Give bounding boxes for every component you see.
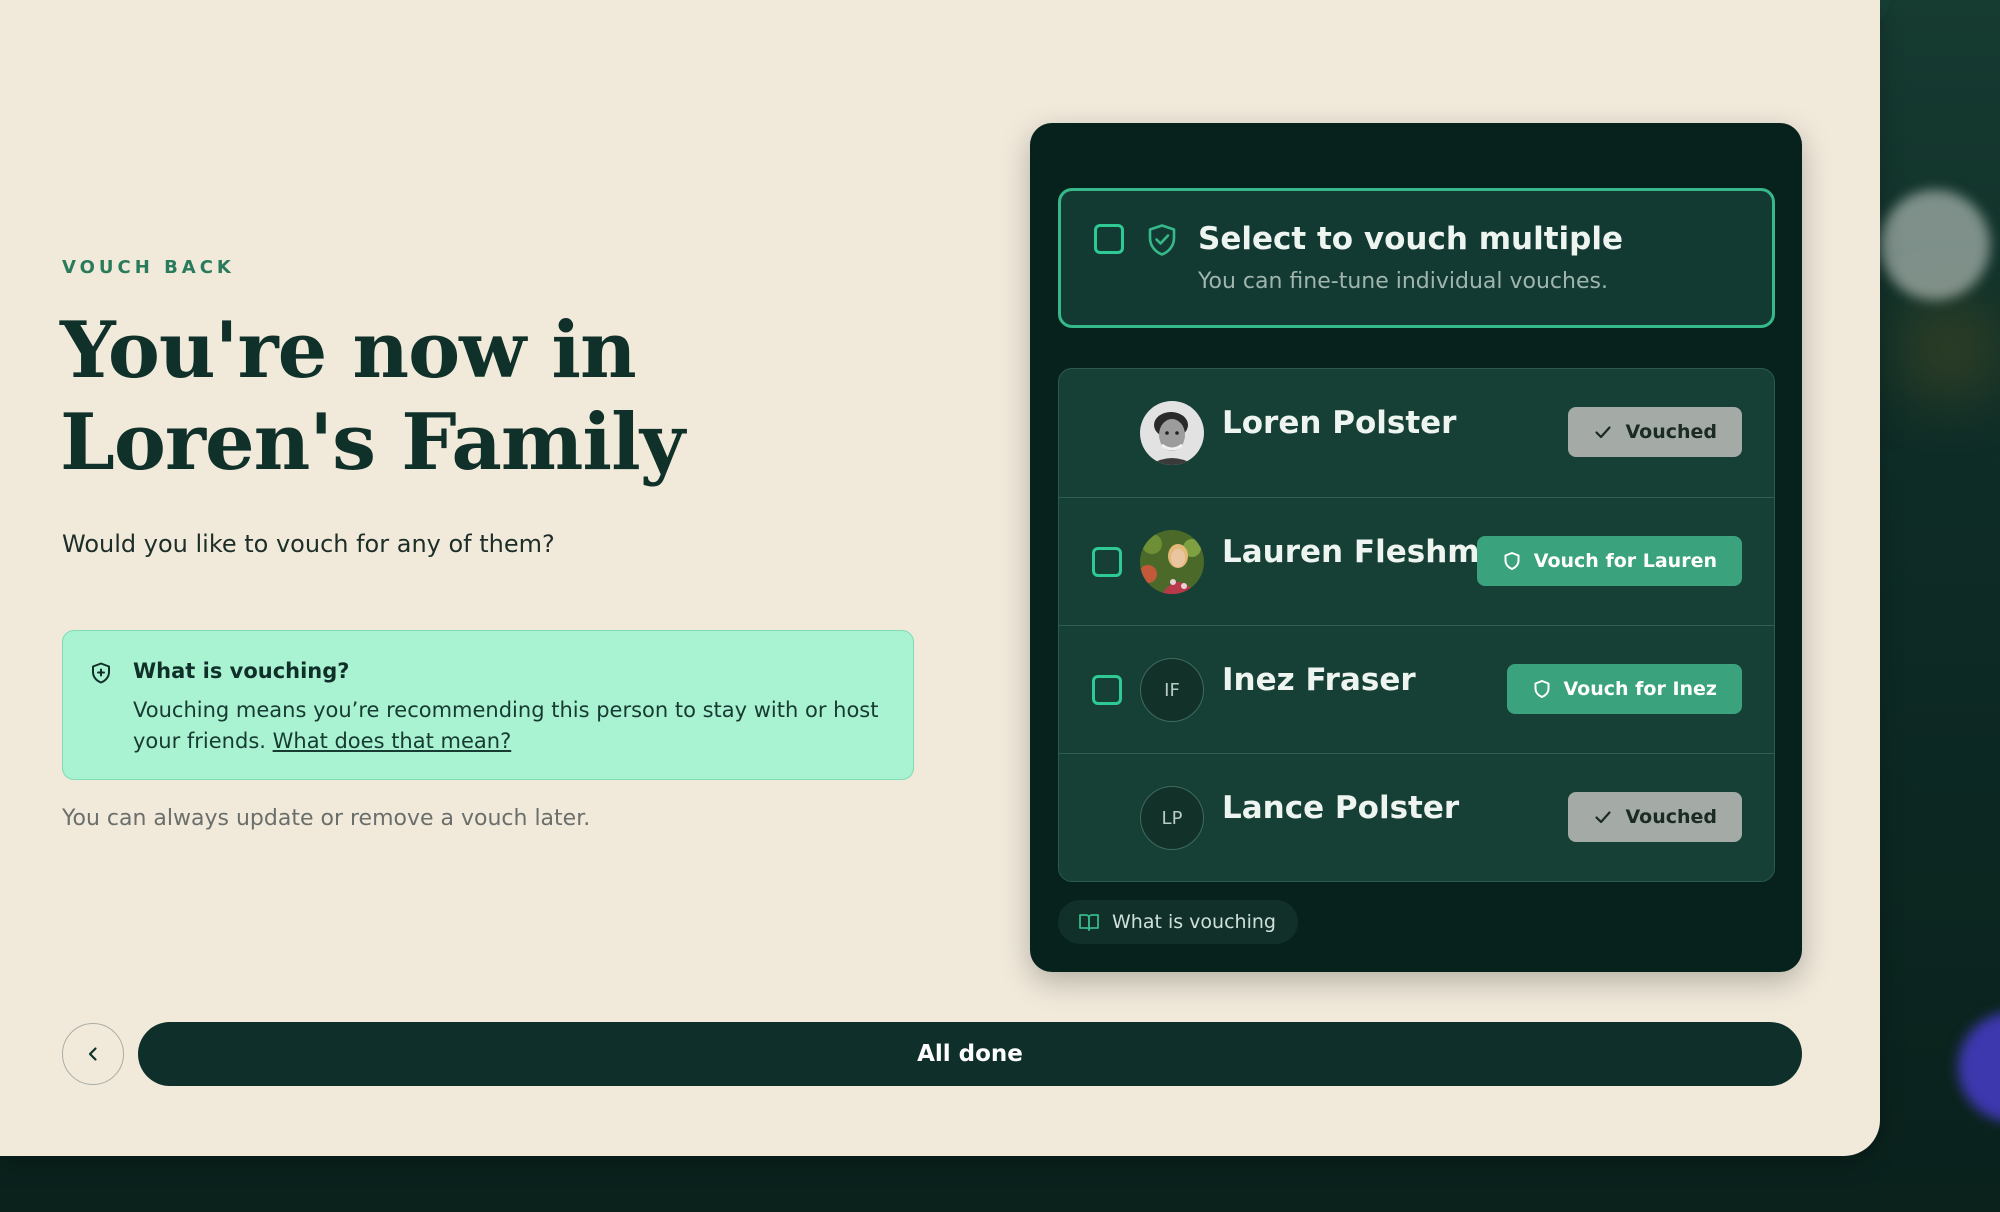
shield-plus-icon: [92, 662, 110, 684]
vouched-button[interactable]: Vouched: [1568, 792, 1742, 842]
avatar: LP: [1140, 786, 1204, 850]
select-multiple-subtitle: You can fine-tune individual vouches.: [1198, 269, 1608, 294]
what-is-vouching-label: What is vouching: [1112, 911, 1276, 933]
update-later-note: You can always update or remove a vouch …: [62, 806, 591, 831]
member-row: LP Lance Polster Vouched: [1059, 753, 1774, 881]
select-multiple-title: Select to vouch multiple: [1198, 221, 1623, 257]
page-title-line: You're now in: [60, 305, 637, 396]
select-multiple-checkbox[interactable]: [1094, 224, 1124, 254]
member-name: Loren Polster: [1222, 405, 1457, 441]
page-subtitle: Would you like to vouch for any of them?: [62, 530, 555, 558]
select-multiple-option[interactable]: Select to vouch multiple You can fine-tu…: [1058, 188, 1775, 328]
page-title-line: Loren's Family: [60, 397, 685, 488]
avatar: [1140, 401, 1204, 465]
shield-icon: [1504, 552, 1520, 570]
member-name: Lance Polster: [1222, 790, 1460, 826]
avatar-photo: [1140, 530, 1204, 594]
background-blur-shape: [1900, 300, 2000, 400]
all-done-button[interactable]: All done: [138, 1022, 1802, 1086]
member-row: Loren Polster Vouched: [1059, 369, 1774, 497]
shield-check-icon: [1148, 224, 1176, 256]
eyebrow-label: VOUCH BACK: [62, 257, 235, 278]
member-row: Lauren Fleshman Vouch for Lauren: [1059, 497, 1774, 626]
member-row: IF Inez Fraser Vouch for Inez: [1059, 625, 1774, 754]
check-icon: [1595, 426, 1612, 439]
vouched-button-label: Vouched: [1625, 421, 1717, 443]
avatar-photo: [1140, 401, 1204, 465]
vouch-button-label: Vouch for Inez: [1563, 678, 1718, 700]
member-checkbox[interactable]: [1092, 675, 1122, 705]
vouching-info-card: What is vouching? Vouching means you’re …: [62, 630, 914, 780]
background-blur-shape: [1880, 190, 1990, 300]
info-body: Vouching means you’re recommending this …: [133, 695, 893, 757]
page-title: You're now in Loren's Family: [60, 305, 820, 489]
member-name: Inez Fraser: [1222, 662, 1416, 698]
vouch-button-label: Vouch for Lauren: [1533, 550, 1717, 572]
vouch-button[interactable]: Vouch for Inez: [1506, 664, 1742, 714]
vouched-button-label: Vouched: [1625, 806, 1717, 828]
what-is-vouching-chip[interactable]: What is vouching: [1058, 900, 1298, 944]
book-open-icon: [1079, 914, 1099, 931]
back-button[interactable]: [62, 1023, 124, 1085]
what-does-that-mean-link[interactable]: What does that mean?: [273, 729, 512, 753]
info-title: What is vouching?: [133, 659, 350, 683]
avatar: [1140, 530, 1204, 594]
avatar: IF: [1140, 658, 1204, 722]
chevron-left-icon: [88, 1047, 97, 1061]
vouch-back-sheet: VOUCH BACK You're now in Loren's Family …: [0, 0, 1880, 1156]
family-members-panel: Select to vouch multiple You can fine-tu…: [1030, 123, 1802, 972]
check-icon: [1595, 811, 1612, 824]
shield-icon: [1534, 680, 1549, 698]
member-checkbox[interactable]: [1092, 547, 1122, 577]
member-list: Loren Polster Vouched Lauren Fleshman Vo…: [1058, 368, 1775, 882]
vouch-button[interactable]: Vouch for Lauren: [1476, 536, 1742, 586]
vouched-button[interactable]: Vouched: [1568, 407, 1742, 457]
